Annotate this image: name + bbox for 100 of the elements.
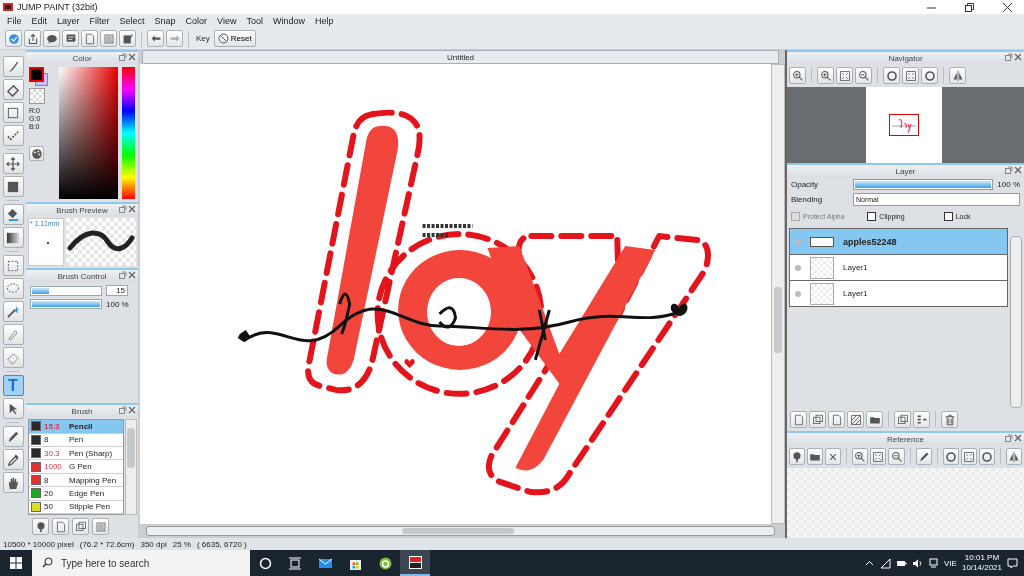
palette-button[interactable]	[29, 146, 44, 161]
pointer-tool[interactable]	[2, 398, 24, 419]
trash-button[interactable]	[941, 411, 958, 428]
lasso-tool[interactable]	[2, 278, 24, 299]
eraser-tool[interactable]	[2, 79, 24, 100]
page-button[interactable]	[52, 518, 69, 535]
rotate-button[interactable]	[978, 448, 995, 465]
paint-app-icon[interactable]	[400, 550, 430, 576]
zoom-in-button[interactable]	[852, 448, 869, 465]
navigator-thumbnail[interactable]	[889, 114, 919, 136]
pen-tool[interactable]	[2, 426, 24, 447]
tree-button[interactable]	[789, 448, 806, 465]
brush-item[interactable]: 15.3 Pencil	[29, 420, 124, 434]
menu-item[interactable]: Snap	[149, 16, 181, 26]
fit-button[interactable]	[902, 67, 919, 84]
notification-icon[interactable]	[1007, 557, 1018, 569]
flip-button[interactable]	[949, 67, 966, 84]
pattern-button[interactable]	[847, 411, 864, 428]
chat-button[interactable]	[62, 30, 79, 47]
brush-item[interactable]: 50 Stipple Pen	[29, 500, 124, 514]
circle-check-button[interactable]	[5, 30, 22, 47]
folder-button[interactable]	[866, 411, 883, 428]
brush-item[interactable]: 30.3 Pen (Sharp)	[29, 447, 124, 461]
share-button[interactable]	[24, 30, 41, 47]
float-icon[interactable]	[119, 271, 127, 279]
scrollbar[interactable]	[146, 526, 775, 536]
scrollbar[interactable]	[771, 64, 785, 524]
rotate-button[interactable]	[942, 448, 959, 465]
fill-rect-tool[interactable]	[2, 176, 24, 197]
brush-item[interactable]: 20 Edge Pen	[29, 487, 124, 501]
brush-item[interactable]: 1000 G Pen	[29, 460, 124, 474]
merge-button[interactable]	[913, 411, 930, 428]
menu-item[interactable]: Color	[180, 16, 213, 26]
keyboard-icon[interactable]	[928, 557, 940, 569]
menu-item[interactable]: View	[212, 16, 242, 26]
layer-row[interactable]: apples52248	[789, 228, 1008, 255]
clock-date[interactable]: 10/14/2021	[961, 563, 1002, 573]
brush-tool[interactable]	[2, 56, 24, 77]
color-swatches[interactable]	[29, 67, 49, 85]
hand-tool[interactable]	[2, 472, 24, 493]
wifi-icon[interactable]	[880, 557, 892, 569]
rect-select-tool[interactable]	[2, 255, 24, 276]
volume-icon[interactable]	[912, 557, 924, 569]
color-picker-square[interactable]	[59, 67, 118, 199]
page-button[interactable]	[790, 411, 807, 428]
dots-tool[interactable]	[2, 125, 24, 146]
menu-item[interactable]: Help	[310, 16, 339, 26]
flip-button[interactable]	[1005, 448, 1022, 465]
rotate-button[interactable]	[883, 67, 900, 84]
transparent-swatch[interactable]	[29, 88, 45, 104]
gradient-tool[interactable]	[2, 227, 24, 248]
fit-button[interactable]	[960, 448, 977, 465]
edit-button[interactable]	[119, 30, 136, 47]
clock-time[interactable]: 10:01 PM	[964, 553, 1000, 563]
copy-button[interactable]	[894, 411, 911, 428]
brush-item[interactable]: 8 Pen	[29, 433, 124, 448]
copy-button[interactable]	[809, 411, 826, 428]
zoom-out-button[interactable]	[888, 448, 905, 465]
scrollbar[interactable]	[1010, 236, 1022, 408]
pen-button[interactable]	[915, 448, 932, 465]
menu-item[interactable]: Filter	[84, 16, 115, 26]
rectangle-tool[interactable]	[2, 102, 24, 123]
float-icon[interactable]	[1005, 434, 1013, 442]
page-button[interactable]	[828, 411, 845, 428]
float-icon[interactable]	[119, 53, 127, 61]
cross-button[interactable]	[825, 448, 842, 465]
menu-item[interactable]: File	[2, 16, 27, 26]
language-indicator[interactable]: VIE	[944, 558, 957, 568]
copy-button[interactable]	[72, 518, 89, 535]
menu-item[interactable]: Tool	[241, 16, 268, 26]
scrollbar[interactable]	[125, 419, 137, 515]
menu-item[interactable]: Select	[114, 16, 150, 26]
eyedropper-tool[interactable]	[2, 449, 24, 470]
folder-button[interactable]	[807, 448, 824, 465]
rotate-button[interactable]	[921, 67, 938, 84]
wand-tool[interactable]	[2, 301, 24, 322]
undo-button[interactable]	[147, 30, 164, 47]
slider-track[interactable]	[30, 285, 102, 296]
reset-button[interactable]: Reset	[213, 30, 256, 47]
bucket-tool[interactable]	[2, 204, 24, 225]
move-tool[interactable]	[2, 153, 24, 174]
float-icon[interactable]	[1005, 166, 1013, 174]
document-tab[interactable]: Untitled	[142, 50, 779, 64]
zoom-in-button[interactable]	[789, 67, 806, 84]
search-field[interactable]: Type here to search	[32, 550, 250, 576]
tree-button[interactable]	[32, 518, 49, 535]
layer-row[interactable]: Layer1	[789, 281, 1008, 307]
float-icon[interactable]	[119, 406, 127, 415]
size-field[interactable]: 15	[106, 285, 128, 296]
brush-item[interactable]: 8 Mapping Pen	[29, 473, 124, 488]
layer-row[interactable]: Layer1	[789, 255, 1008, 281]
page-button[interactable]	[81, 30, 98, 47]
fit-button[interactable]	[870, 448, 887, 465]
float-icon[interactable]	[119, 205, 127, 213]
menu-item[interactable]: Window	[268, 16, 310, 26]
fit-button[interactable]	[836, 67, 853, 84]
hue-bar[interactable]	[122, 67, 135, 199]
speech-button[interactable]	[43, 30, 60, 47]
menu-item[interactable]: Edit	[26, 16, 53, 26]
zoom-in-button[interactable]	[817, 67, 834, 84]
